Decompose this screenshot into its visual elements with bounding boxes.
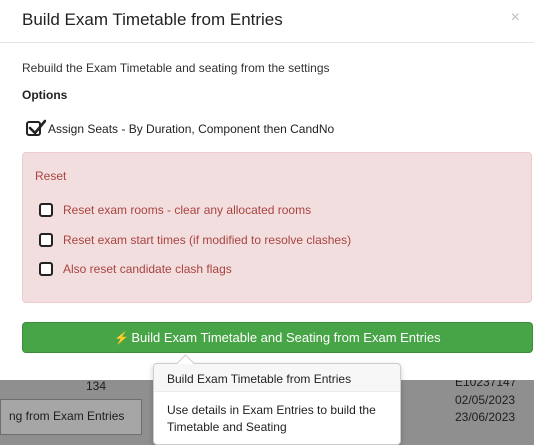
reset-start-times-label: Reset exam start times (if modified to r… (63, 233, 352, 247)
options-heading: Options (22, 88, 68, 102)
checkmark-icon (28, 119, 46, 135)
modal-header: Build Exam Timetable from Entries × (0, 0, 534, 43)
reset-panel: Reset Reset exam rooms - clear any alloc… (22, 152, 532, 303)
build-timetable-button[interactable]: ⚡ Build Exam Timetable and Seating from E… (22, 322, 533, 353)
reset-start-times-checkbox[interactable] (39, 233, 53, 247)
build-timetable-modal: Build Exam Timetable from Entries × Rebu… (0, 0, 534, 380)
popover-body: Use details in Exam Entries to build the… (167, 403, 376, 434)
popover-title: Build Exam Timetable from Entries (154, 364, 400, 392)
modal-description: Rebuild the Exam Timetable and seating f… (22, 61, 330, 75)
background-date-end: 23/06/2023 (455, 410, 516, 424)
bolt-icon: ⚡ (114, 331, 130, 345)
reset-clash-flags-checkbox[interactable] (39, 262, 53, 276)
reset-heading: Reset (35, 169, 67, 183)
background-build-button-label: ng from Exam Entries (9, 409, 125, 423)
assign-seats-label: Assign Seats - By Duration, Component th… (48, 122, 335, 136)
background-date-start: 02/05/2023 (455, 393, 516, 407)
reset-exam-rooms-checkbox[interactable] (39, 203, 53, 217)
background-number: 134 (86, 379, 107, 393)
reset-exam-rooms-label: Reset exam rooms - clear any allocated r… (63, 203, 312, 217)
modal-title: Build Exam Timetable from Entries (22, 10, 283, 29)
reset-clash-flags-label: Also reset candidate clash flags (63, 262, 232, 276)
build-info-popover: Build Exam Timetable from Entries Use de… (153, 354, 401, 445)
close-icon[interactable]: × (511, 9, 520, 27)
background-build-button: ng from Exam Entries (0, 399, 142, 435)
build-timetable-button-label: Build Exam Timetable and Seating from Ex… (131, 330, 441, 345)
assign-seats-checkbox[interactable] (26, 119, 46, 136)
